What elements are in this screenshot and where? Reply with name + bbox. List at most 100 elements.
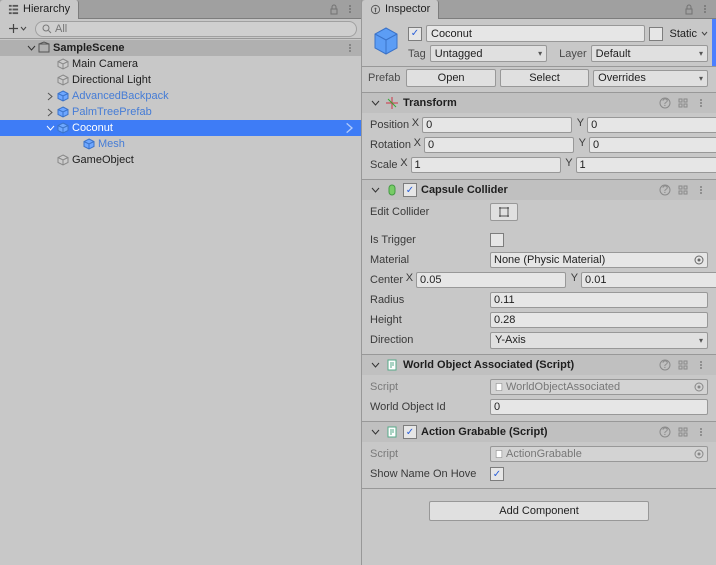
radius-field[interactable] (490, 292, 708, 308)
tree-row[interactable]: Mesh (0, 136, 361, 152)
static-checkbox[interactable] (649, 27, 663, 41)
help-icon[interactable]: ? (658, 425, 672, 439)
scene-icon (37, 41, 51, 55)
gameobject-icon (56, 57, 70, 71)
tree-row[interactable]: PalmTreePrefab (0, 104, 361, 120)
hierarchy-tree: SampleScene Main Camera Directional Light… (0, 39, 361, 565)
component-menu-icon[interactable] (694, 183, 708, 197)
prefab-select-button[interactable]: Select (500, 69, 589, 87)
create-button[interactable] (4, 23, 31, 34)
hierarchy-pane: Hierarchy SampleScene Main Camera Directi… (0, 0, 362, 565)
tree-row[interactable]: GameObject (0, 152, 361, 168)
component-menu-icon[interactable] (694, 425, 708, 439)
preset-icon[interactable] (676, 96, 690, 110)
inspector-tab[interactable]: Inspector (362, 0, 439, 19)
foldout-icon[interactable] (370, 185, 381, 196)
pane-menu-icon[interactable] (343, 2, 357, 16)
tree-item-label: Coconut (72, 122, 361, 134)
lock-icon[interactable] (682, 2, 696, 16)
foldout-icon[interactable] (45, 91, 56, 102)
hierarchy-search[interactable] (35, 21, 357, 37)
svg-text:?: ? (662, 184, 668, 196)
direction-dropdown[interactable]: Y-Axis (490, 332, 708, 349)
prefab-cube-icon (56, 121, 70, 135)
foldout-icon[interactable] (370, 427, 381, 438)
script-icon (385, 425, 399, 439)
position-x[interactable] (422, 117, 572, 133)
object-picker-icon[interactable] (693, 448, 705, 460)
tree-row[interactable]: Main Camera (0, 56, 361, 72)
edit-collider-button[interactable] (490, 203, 518, 221)
foldout-icon[interactable] (45, 107, 56, 118)
action-grabable-component: Action Grabable (Script) ? ScriptActionG… (362, 422, 716, 489)
world-object-id-label: World Object Id (370, 401, 490, 413)
pane-menu-icon[interactable] (698, 2, 712, 16)
foldout-icon[interactable] (370, 98, 381, 109)
material-field[interactable]: None (Physic Material) (490, 252, 708, 268)
rotation-x[interactable] (424, 137, 574, 153)
help-icon[interactable]: ? (658, 183, 672, 197)
active-checkbox[interactable] (408, 27, 422, 41)
foldout-icon[interactable] (370, 360, 381, 371)
prefab-overrides-dropdown[interactable]: Overrides (593, 70, 708, 87)
static-dropdown-icon[interactable] (701, 30, 708, 37)
layer-dropdown[interactable]: Default (591, 45, 708, 62)
inspector-pane: Inspector Static Tag Untagged Layer Defa… (362, 0, 716, 565)
component-menu-icon[interactable] (694, 358, 708, 372)
height-field[interactable] (490, 312, 708, 328)
position-y[interactable] (587, 117, 716, 133)
object-name-field[interactable] (426, 25, 645, 42)
prefab-label: Prefab (368, 72, 400, 84)
prefab-open-button[interactable]: Open (406, 69, 495, 87)
lock-icon[interactable] (327, 2, 341, 16)
component-enable-checkbox[interactable] (403, 425, 417, 439)
component-menu-icon[interactable] (694, 96, 708, 110)
add-component-button[interactable]: Add Component (429, 501, 649, 521)
tag-dropdown[interactable]: Untagged (430, 45, 547, 62)
prefab-indicator (712, 19, 716, 66)
tree-row[interactable]: Coconut (0, 120, 361, 136)
script-field: ActionGrabable (490, 446, 708, 462)
tree-row[interactable]: Directional Light (0, 72, 361, 88)
scene-menu-icon[interactable] (343, 41, 357, 55)
direction-label: Direction (370, 334, 490, 346)
object-picker-icon[interactable] (693, 254, 705, 266)
rotation-y[interactable] (589, 137, 716, 153)
search-input[interactable] (55, 23, 350, 35)
is-trigger-checkbox[interactable] (490, 233, 504, 247)
preset-icon[interactable] (676, 183, 690, 197)
object-picker-icon[interactable] (693, 381, 705, 393)
foldout-icon[interactable] (45, 123, 56, 134)
svg-text:?: ? (662, 426, 668, 438)
show-name-on-hover-checkbox[interactable] (490, 467, 504, 481)
center-x[interactable] (416, 272, 566, 288)
prefab-cube-icon (56, 89, 70, 103)
rotation-label: Rotation (370, 139, 411, 151)
gameobject-icon (56, 153, 70, 167)
row-menu-icon[interactable] (343, 121, 357, 135)
preset-icon[interactable] (676, 358, 690, 372)
foldout-icon[interactable] (26, 43, 37, 54)
prefab-cube-icon (370, 25, 402, 57)
script-label: Script (370, 381, 490, 393)
help-icon[interactable]: ? (658, 358, 672, 372)
hierarchy-toolbar (0, 19, 361, 39)
scale-y[interactable] (576, 157, 716, 173)
tree-item-label: Main Camera (72, 58, 361, 70)
script-label: Script (370, 448, 490, 460)
component-enable-checkbox[interactable] (403, 183, 417, 197)
script-field: WorldObjectAssociated (490, 379, 708, 395)
center-y[interactable] (581, 272, 716, 288)
height-label: Height (370, 314, 490, 326)
script-icon (385, 358, 399, 372)
scale-x[interactable] (411, 157, 561, 173)
transform-component: Transform ? PositionXYZ RotationXYZ Scal… (362, 93, 716, 180)
tree-row[interactable]: AdvancedBackpack (0, 88, 361, 104)
world-object-id-field[interactable] (490, 399, 708, 415)
scene-row[interactable]: SampleScene (0, 40, 361, 56)
help-icon[interactable]: ? (658, 96, 672, 110)
hierarchy-tab[interactable]: Hierarchy (0, 0, 79, 19)
tag-label: Tag (408, 48, 426, 60)
preset-icon[interactable] (676, 425, 690, 439)
gameobject-icon (56, 73, 70, 87)
